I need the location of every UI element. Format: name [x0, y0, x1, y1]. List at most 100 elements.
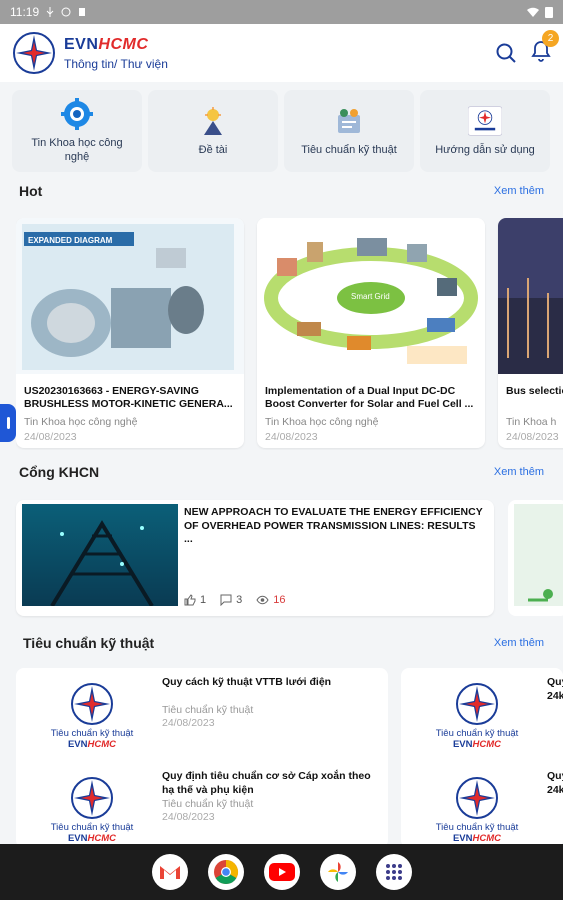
- standard-item[interactable]: Tiêu chuẩn kỹ thuật EVNHCMC Quy cách kỹ …: [16, 668, 388, 760]
- khcn-stats: 1 3 16: [184, 594, 286, 606]
- logo-caption: Tiêu chuẩn kỹ thuật: [50, 822, 134, 833]
- khcn-card-image: [22, 504, 178, 606]
- gear-globe-icon: [60, 97, 94, 131]
- category-tieu-chuan[interactable]: Tiêu chuẩn kỹ thuật: [284, 90, 414, 172]
- standard-title: Quy định tiêu chuẩn cơ sở Cáp xoắn theo …: [162, 770, 371, 796]
- standard-category: Tiêu chuẩn kỹ thuật: [162, 704, 254, 716]
- app-header: EVNHCMC Thông tin/ Thư viện 2: [0, 24, 563, 82]
- lamp-icon: [196, 104, 230, 138]
- chrome-icon[interactable]: [207, 854, 244, 890]
- eye-icon: [256, 595, 269, 605]
- evn-logo: [71, 683, 113, 725]
- category-label: Tiêu chuẩn kỹ thuật: [301, 144, 397, 157]
- evn-logo: [13, 32, 55, 74]
- khcn-card-title: NEW APPROACH TO EVALUATE THE ENERGY EFFI…: [184, 506, 483, 546]
- hot-card-date: 24/08/2023: [265, 431, 318, 443]
- search-icon[interactable]: [495, 42, 517, 64]
- status-time: 11:19: [10, 5, 40, 19]
- logo-caption: Tiêu chuẩn kỹ thuật: [50, 728, 134, 739]
- view-count: 16: [256, 594, 286, 606]
- section-title: Cổng KHCN: [19, 464, 100, 480]
- hot-card-category: Tin Khoa h: [506, 416, 557, 428]
- standard-title-peek: Quy: [547, 770, 563, 782]
- view-value: 16: [273, 594, 286, 606]
- standard-item[interactable]: Tiêu chuẩn kỹ thuật EVNHCMC Quy định tiê…: [16, 764, 388, 848]
- evn-guide-icon: [468, 104, 502, 138]
- section-khcn-header: Cổng KHCN Xem thêm: [0, 463, 563, 481]
- wifi-icon: [527, 7, 539, 17]
- standard-logo: Tiêu chuẩn kỹ thuật EVNHCMC: [417, 776, 537, 848]
- standard-logo: Tiêu chuẩn kỹ thuật EVNHCMC: [32, 682, 152, 768]
- header-subtitle: Thông tin/ Thư viện: [64, 56, 168, 71]
- hot-card-date: 24/08/2023: [24, 431, 77, 443]
- hot-card[interactable]: EXPANDED DIAGRAM US20230163663 - ENERGY-…: [16, 218, 244, 448]
- thumbs-up-icon: [184, 594, 196, 606]
- section-hot-header: Hot Xem thêm: [0, 182, 563, 200]
- section-standards-header: Tiêu chuẩn kỹ thuật Xem thêm: [0, 634, 563, 652]
- khcn-card-peek[interactable]: [508, 500, 563, 616]
- brand-evn: EVN: [64, 35, 99, 53]
- notifications-button[interactable]: 2: [531, 29, 559, 67]
- logo-caption: Tiêu chuẩn kỹ thuật: [435, 822, 519, 833]
- standard-date: 24/08/2023: [162, 811, 215, 823]
- logo-hcmc: HCMC: [87, 833, 117, 844]
- logo-evn: EVN: [452, 739, 473, 750]
- category-tin-khcn[interactable]: Tin Khoa học công nghệ: [12, 90, 142, 172]
- standard-item[interactable]: Tiêu chuẩn kỹ thuật EVNHCMC Quy 24k: [401, 668, 563, 760]
- standards-column-peek: Tiêu chuẩn kỹ thuật EVNHCMC Quy 24k Tiêu…: [401, 668, 563, 848]
- hot-card[interactable]: Bus selection generators Tin Khoa h 24/0…: [498, 218, 563, 448]
- see-more-link[interactable]: Xem thêm: [494, 637, 544, 649]
- hot-card-category: Tin Khoa học công nghệ: [265, 416, 379, 428]
- standard-title-peek: 24k: [547, 784, 563, 796]
- status-bar: 11:19: [0, 0, 563, 24]
- hot-card-category: Tin Khoa học công nghệ: [24, 416, 138, 428]
- hot-card-date: 24/08/2023: [506, 431, 559, 443]
- standards-icon: [332, 104, 366, 138]
- category-de-tai[interactable]: Đề tài: [148, 90, 278, 172]
- category-huong-dan[interactable]: Hướng dẫn sử dụng: [420, 90, 550, 172]
- logo-evn: EVN: [67, 739, 88, 750]
- comment-count[interactable]: 3: [220, 594, 242, 606]
- logo-hcmc: HCMC: [87, 739, 117, 750]
- see-more-link[interactable]: Xem thêm: [494, 466, 544, 478]
- section-title: Tiêu chuẩn kỹ thuật: [23, 635, 155, 651]
- standard-category: Tiêu chuẩn kỹ thuật: [162, 798, 254, 810]
- category-label: Hướng dẫn sử dụng: [435, 144, 535, 157]
- logo-hcmc: HCMC: [472, 833, 502, 844]
- like-value: 1: [200, 594, 207, 606]
- standard-title-peek: Quy: [547, 676, 563, 688]
- logo-evn: EVN: [67, 833, 88, 844]
- section-title: Hot: [19, 183, 43, 199]
- evn-logo: [456, 777, 498, 819]
- sim-icon: [79, 8, 86, 16]
- brand-hcmc: HCMC: [98, 35, 149, 53]
- khcn-card[interactable]: NEW APPROACH TO EVALUATE THE ENERGY EFFI…: [16, 500, 494, 616]
- image-caption: Smart Grid: [351, 292, 390, 301]
- hot-carousel[interactable]: EXPANDED DIAGRAM US20230163663 - ENERGY-…: [16, 218, 563, 450]
- category-label: Đề tài: [198, 144, 228, 157]
- side-drawer-handle[interactable]: [0, 404, 16, 442]
- hot-card-title: US20230163663 - ENERGY-SAVING BRUSHLESS …: [24, 385, 233, 411]
- standard-title-peek: 24k: [547, 690, 563, 702]
- apps-icon[interactable]: [375, 854, 412, 890]
- standard-logo: Tiêu chuẩn kỹ thuật EVNHCMC: [417, 682, 537, 768]
- standard-title: Quy cách kỹ thuật VTTB lưới điện: [162, 676, 332, 688]
- standard-logo: Tiêu chuẩn kỹ thuật EVNHCMC: [32, 776, 152, 848]
- youtube-icon[interactable]: [263, 854, 300, 890]
- vpn-icon: [61, 7, 71, 17]
- comment-value: 3: [236, 594, 243, 606]
- see-more-link[interactable]: Xem thêm: [494, 185, 544, 197]
- evn-logo: [71, 777, 113, 819]
- like-count[interactable]: 1: [184, 594, 206, 606]
- logo-evn: EVN: [452, 833, 473, 844]
- category-label: Tin Khoa học công nghệ: [31, 137, 123, 163]
- standard-item[interactable]: Tiêu chuẩn kỹ thuật EVNHCMC Quy 24k: [401, 764, 563, 848]
- hot-card[interactable]: Smart Grid Implementation of a Dual Inpu…: [257, 218, 485, 448]
- category-tiles: Tin Khoa học công nghệ Đề tài Tiêu chuẩn…: [12, 90, 552, 172]
- hot-card-title: Bus selection generators: [506, 385, 563, 397]
- standards-column: Tiêu chuẩn kỹ thuật EVNHCMC Quy cách kỹ …: [16, 668, 388, 848]
- gmail-icon[interactable]: [151, 854, 188, 890]
- usb-icon: [46, 7, 54, 17]
- battery-icon: [545, 7, 553, 18]
- photos-icon[interactable]: [319, 854, 356, 890]
